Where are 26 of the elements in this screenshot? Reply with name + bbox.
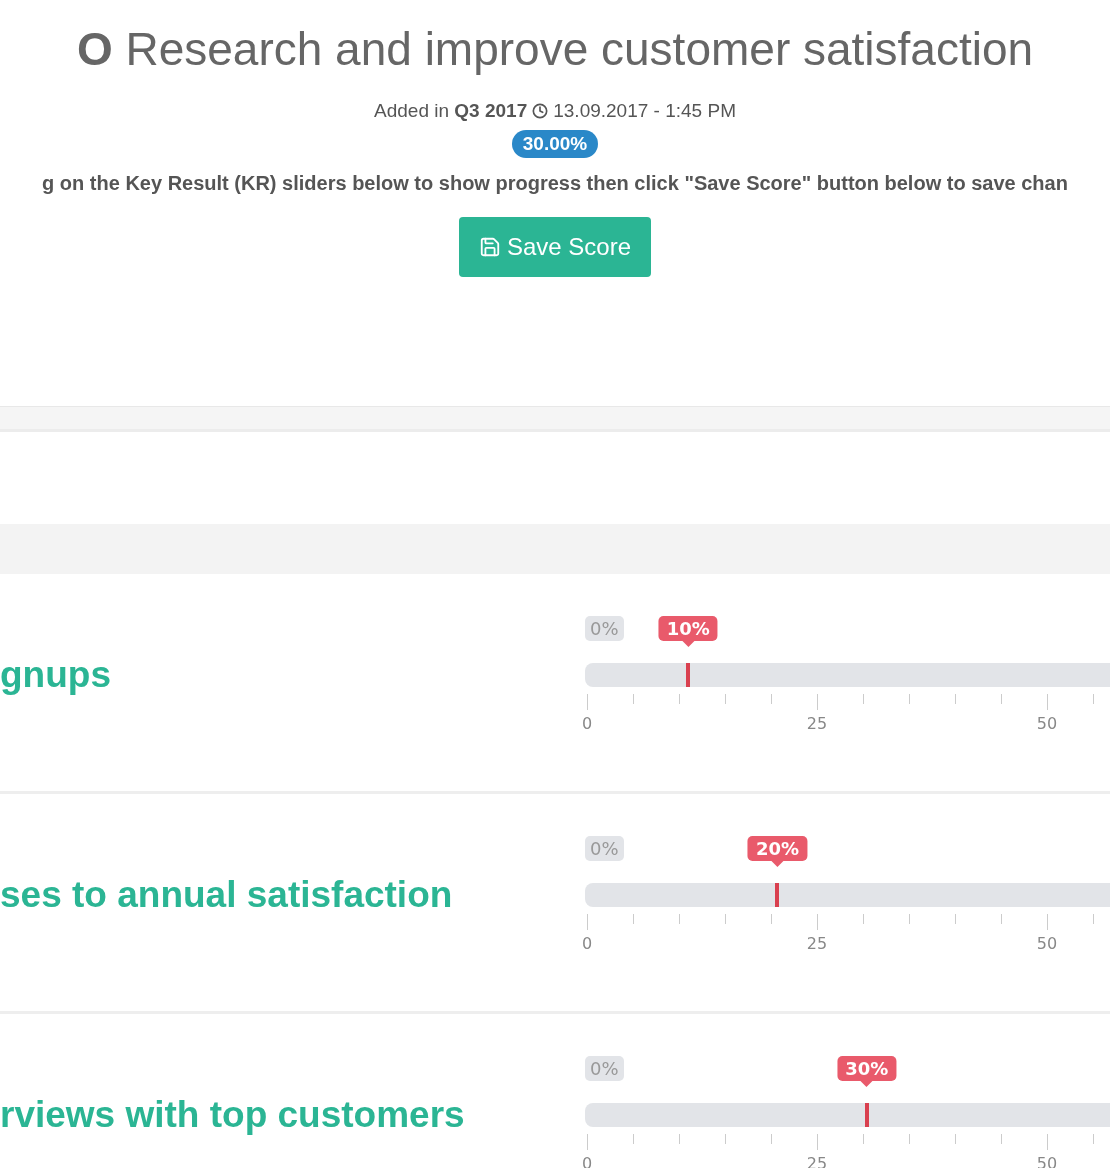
instruction-text: g on the Key Result (KR) sliders below to show progress then click "Save Score" button below to save chan [41, 172, 1069, 195]
scale-label: 50 [1036, 714, 1058, 733]
slider-handle[interactable] [864, 1103, 869, 1127]
key-result-title: ses to annual satisfaction [0, 874, 453, 916]
min-value-label: 0% [585, 616, 624, 641]
value-tooltip: 20% [747, 836, 807, 867]
clock-icon [532, 103, 549, 119]
min-value-label: 0% [585, 1056, 624, 1081]
value-tooltip: 30% [837, 1056, 897, 1087]
scale-label: 25 [806, 714, 828, 733]
key-result-title: rviews with top customers [0, 1094, 465, 1136]
objective-title: O Research and improve customer satisfaction [76, 22, 1034, 77]
scale-label: 50 [1036, 934, 1058, 953]
timestamp: 13.09.2017 - 1:45 PM [553, 100, 736, 122]
value-tooltip: 10% [658, 616, 718, 647]
slider-handle[interactable] [686, 663, 691, 687]
scale-label: 25 [806, 934, 828, 953]
save-icon [478, 236, 501, 258]
slider-handle[interactable] [775, 883, 780, 907]
score-badge: 30.00% [511, 130, 599, 158]
added-in-label: Added in Q3 2017 [374, 100, 528, 122]
key-result-title: gnups [0, 654, 111, 696]
min-value-label: 0% [585, 836, 624, 861]
scale-label: 0 [581, 714, 593, 733]
scale-label: 0 [581, 934, 593, 953]
save-score-button[interactable]: Save Score [458, 217, 652, 277]
